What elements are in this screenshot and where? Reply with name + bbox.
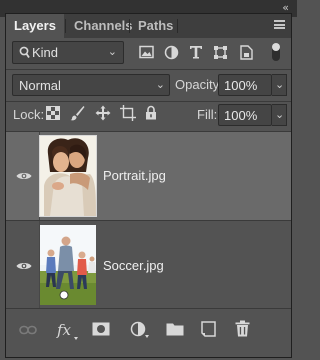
opacity-dropdown-button[interactable]: ⌄ [272,74,287,96]
fill-label: Fill: [197,107,218,122]
filter-kind-label: Kind [32,45,59,60]
divider [6,101,291,102]
filter-kind-select[interactable]: Kind ⌄ [12,41,124,64]
svg-text:fx: fx [56,321,72,339]
smart-object-filter-icon[interactable] [239,45,254,60]
chevron-down-icon: ⌄ [275,79,285,91]
shape-filter-icon[interactable] [213,45,228,60]
divider [6,69,291,70]
filter-toggle-switch[interactable] [272,43,280,61]
layer-thumbnail-portrait [39,135,97,217]
fill-input[interactable]: 100% [218,104,272,126]
lock-all-icon[interactable] [145,105,157,120]
panel-tab-bar: Layers Channels Paths [6,14,291,38]
layer-row-soccer[interactable]: Soccer.jpg [6,221,291,309]
blend-mode-select[interactable]: Normal ⌄ [12,74,170,96]
fill-dropdown-button[interactable]: ⌄ [272,104,287,126]
panel-menu-icon[interactable] [274,20,285,29]
lock-transparent-pixels-icon[interactable] [46,106,60,120]
tab-paths[interactable]: Paths [130,14,181,38]
layer-row-portrait[interactable]: Portrait.jpg [6,132,291,220]
fx-icon[interactable]: fx [56,321,78,341]
lock-position-icon[interactable] [95,105,111,121]
chevron-down-icon: ⌄ [155,79,165,91]
visibility-eye-icon[interactable] [16,171,32,181]
link-layers-icon[interactable] [19,325,37,335]
tab-layers[interactable]: Layers [6,14,64,38]
visibility-eye-icon[interactable] [16,261,32,271]
new-layer-icon[interactable] [201,321,216,337]
layer-name[interactable]: Soccer.jpg [103,258,164,273]
search-icon [19,46,30,59]
lock-image-pixels-icon[interactable] [70,105,85,121]
type-filter-icon[interactable] [189,45,203,59]
layer-name[interactable]: Portrait.jpg [103,168,166,183]
chevron-down-icon: ⌄ [275,109,285,121]
new-group-icon[interactable] [166,322,184,336]
pixel-filter-icon[interactable] [139,45,154,59]
adjustment-layer-icon[interactable] [130,321,150,339]
lock-label: Lock: [13,107,45,122]
blend-mode-value: Normal [19,78,61,93]
adjustment-filter-icon[interactable] [164,45,179,60]
add-mask-icon[interactable] [92,322,110,336]
delete-layer-icon[interactable] [235,320,250,337]
collapse-panels-button[interactable]: « [282,2,289,13]
tab-divider [177,19,178,33]
opacity-label: Opacity: [175,77,223,92]
chevron-down-icon: ⌄ [107,46,117,58]
opacity-input[interactable]: 100% [218,74,272,96]
layers-bottom-toolbar: fx [6,308,291,357]
layer-thumbnail-soccer [40,225,96,305]
layers-panel: Layers Channels Paths Kind ⌄ Normal ⌄ Op… [5,13,292,358]
lock-artboard-icon[interactable] [120,105,136,121]
